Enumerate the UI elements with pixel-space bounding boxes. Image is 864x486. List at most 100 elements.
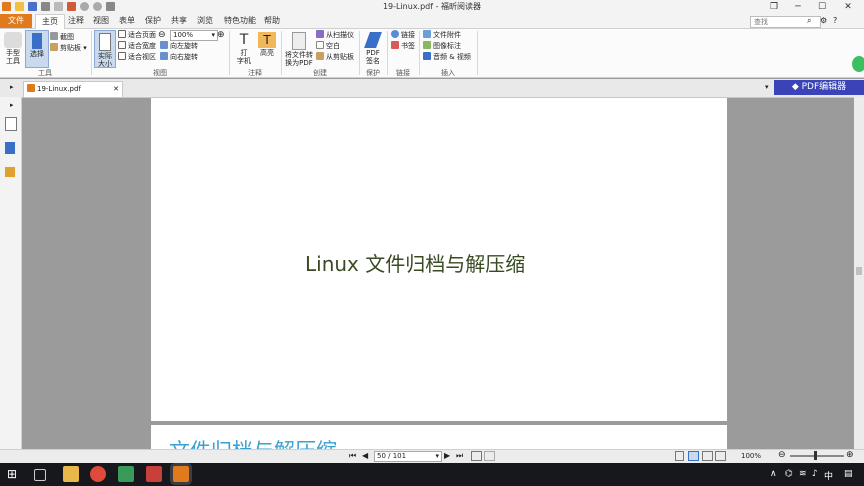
search-icon[interactable]: ⌕ bbox=[807, 16, 811, 26]
highlight-icon: T bbox=[258, 32, 276, 48]
zoom-slider-handle[interactable] bbox=[814, 451, 817, 460]
file-explorer-icon[interactable] bbox=[63, 466, 79, 482]
pdf-page-next[interactable]: 文件归档与解压缩 bbox=[151, 425, 727, 449]
network-icon[interactable]: ⌬ bbox=[785, 469, 793, 479]
tab-browse[interactable]: 浏览 bbox=[195, 14, 215, 28]
task-view-icon[interactable] bbox=[34, 469, 46, 481]
notification-icon[interactable]: ▤ bbox=[844, 469, 853, 479]
document-tab-bar: ▸ 19-Linux.pdf ✕ ▾ bbox=[0, 79, 864, 98]
highlight-button[interactable]: T 高亮 bbox=[257, 32, 277, 57]
tab-list-icon[interactable]: ▾ bbox=[765, 83, 769, 91]
group-comment-label: 注释 bbox=[248, 69, 262, 77]
convert-to-pdf-button[interactable]: 将文件转 换为PDF bbox=[284, 32, 314, 67]
volume-icon[interactable]: ♪ bbox=[812, 469, 818, 479]
floating-badge-icon[interactable] bbox=[852, 56, 864, 72]
pdf-sign-button[interactable]: PDF 签名 bbox=[362, 32, 384, 65]
fit-page-button[interactable]: 适合页面 bbox=[118, 30, 156, 40]
fit-visible-button[interactable]: 适合视区 bbox=[118, 52, 156, 62]
document-tab[interactable]: 19-Linux.pdf ✕ bbox=[23, 81, 123, 97]
from-clipboard-button[interactable]: 从剪贴板 bbox=[316, 52, 354, 62]
next-page-heading: 文件归档与解压缩 bbox=[169, 435, 337, 449]
panel-toggle-icon[interactable]: ▸ bbox=[10, 83, 14, 91]
zoom-slider[interactable] bbox=[790, 455, 844, 457]
next-page-icon[interactable]: ▶ bbox=[444, 451, 450, 460]
page-number-input[interactable]: 50 / 101 ▾ bbox=[374, 451, 442, 462]
typewriter-icon: T bbox=[239, 32, 249, 48]
start-icon[interactable]: ⊞ bbox=[7, 466, 23, 482]
clipboard-button[interactable]: 剪贴板 ▾ bbox=[50, 43, 87, 53]
zoom-in-icon[interactable]: ⊕ bbox=[217, 30, 225, 40]
actual-size-button[interactable]: 实际 大小 bbox=[94, 30, 116, 68]
tab-help[interactable]: 帮助 bbox=[262, 14, 282, 28]
layers-icon[interactable] bbox=[5, 142, 15, 154]
group-create-label: 创建 bbox=[313, 69, 327, 77]
clipboard-icon bbox=[50, 43, 58, 51]
rotate-right-button[interactable]: 向右旋转 bbox=[160, 52, 198, 62]
input-method[interactable]: 中 bbox=[824, 469, 833, 482]
from-scanner-button[interactable]: 从扫描仪 bbox=[316, 30, 354, 40]
snapshot-button[interactable]: 截图 bbox=[50, 32, 74, 42]
group-view-label: 视图 bbox=[153, 69, 167, 77]
first-page-icon[interactable]: ⏮ bbox=[349, 451, 356, 461]
zoom-select[interactable]: 100% ▾ bbox=[170, 30, 218, 41]
tab-view[interactable]: 视图 bbox=[91, 14, 111, 28]
tab-home[interactable]: 主页 bbox=[35, 14, 65, 29]
zoom-out-status-icon[interactable]: ⊖ bbox=[778, 450, 786, 460]
pdf-editor-button[interactable]: ◆ PDF编辑器 bbox=[774, 80, 864, 95]
paperclip-icon bbox=[423, 30, 431, 38]
file-attachment-button[interactable]: 文件附件 bbox=[423, 30, 461, 40]
fit-width-button[interactable]: 适合宽度 bbox=[118, 41, 156, 51]
next-view-icon[interactable] bbox=[484, 451, 495, 461]
help-icon[interactable]: ? bbox=[833, 16, 837, 25]
tab-form[interactable]: 表单 bbox=[117, 14, 137, 28]
link-button[interactable]: 链接 bbox=[391, 30, 415, 40]
tray-chevron-icon[interactable]: ∧ bbox=[770, 469, 777, 479]
group-protect-label: 保护 bbox=[366, 69, 380, 77]
zoom-in-status-icon[interactable]: ⊕ bbox=[846, 450, 854, 460]
clipboard-icon bbox=[316, 52, 324, 60]
continuous-page-icon[interactable] bbox=[688, 451, 699, 461]
app-icon-2[interactable] bbox=[146, 466, 162, 482]
previous-page-icon[interactable]: ◀ bbox=[362, 451, 368, 460]
tab-file[interactable]: 文件 bbox=[0, 14, 32, 28]
wifi-icon[interactable]: ≋ bbox=[799, 469, 807, 479]
expand-panel-icon[interactable]: ▸ bbox=[10, 101, 14, 109]
attachments-icon[interactable] bbox=[5, 167, 15, 177]
bookmark-icon bbox=[391, 41, 399, 49]
settings-icon[interactable]: ⚙ bbox=[820, 16, 827, 25]
previous-view-icon[interactable] bbox=[471, 451, 482, 461]
single-page-icon[interactable] bbox=[675, 451, 684, 461]
app-icon[interactable] bbox=[118, 466, 134, 482]
chrome-icon[interactable] bbox=[90, 466, 106, 482]
maximize-button[interactable]: ☐ bbox=[812, 0, 832, 14]
vertical-scrollbar[interactable] bbox=[854, 97, 864, 449]
last-page-icon[interactable]: ⏭ bbox=[456, 451, 463, 461]
divider bbox=[477, 31, 478, 75]
minimize-button[interactable]: ─ bbox=[788, 0, 808, 14]
image-annotation-button[interactable]: 图像标注 bbox=[423, 41, 461, 51]
scrollbar-thumb[interactable] bbox=[856, 267, 862, 275]
pages-icon[interactable] bbox=[5, 117, 17, 131]
tab-protect[interactable]: 保护 bbox=[143, 14, 163, 28]
facing-page-icon[interactable] bbox=[702, 451, 713, 461]
hand-tool-button[interactable]: 手型 工具 bbox=[3, 32, 23, 65]
close-tab-icon[interactable]: ✕ bbox=[113, 82, 119, 97]
foxit-reader-taskbar-icon[interactable] bbox=[173, 466, 189, 482]
zoom-out-icon[interactable]: ⊖ bbox=[158, 30, 166, 40]
continuous-facing-icon[interactable] bbox=[715, 451, 726, 461]
tab-share[interactable]: 共享 bbox=[169, 14, 189, 28]
bookmark-button[interactable]: 书签 bbox=[391, 41, 415, 51]
select-button[interactable]: 选择 bbox=[25, 30, 49, 68]
pen-icon bbox=[364, 32, 382, 48]
link-icon bbox=[391, 30, 399, 38]
tab-comment[interactable]: 注释 bbox=[66, 14, 86, 28]
rotate-left-button[interactable]: 向左旋转 bbox=[160, 41, 198, 51]
close-button[interactable]: ✕ bbox=[838, 0, 858, 14]
fit-page-icon bbox=[118, 30, 126, 38]
restore-icon[interactable]: ❐ bbox=[764, 0, 784, 14]
tab-features[interactable]: 特色功能 bbox=[222, 14, 258, 28]
typewriter-button[interactable]: T 打 字机 bbox=[233, 32, 255, 65]
fit-visible-icon bbox=[118, 52, 126, 60]
audio-video-button[interactable]: 音频 & 视频 bbox=[423, 52, 471, 62]
blank-button[interactable]: 空白 bbox=[316, 41, 340, 51]
